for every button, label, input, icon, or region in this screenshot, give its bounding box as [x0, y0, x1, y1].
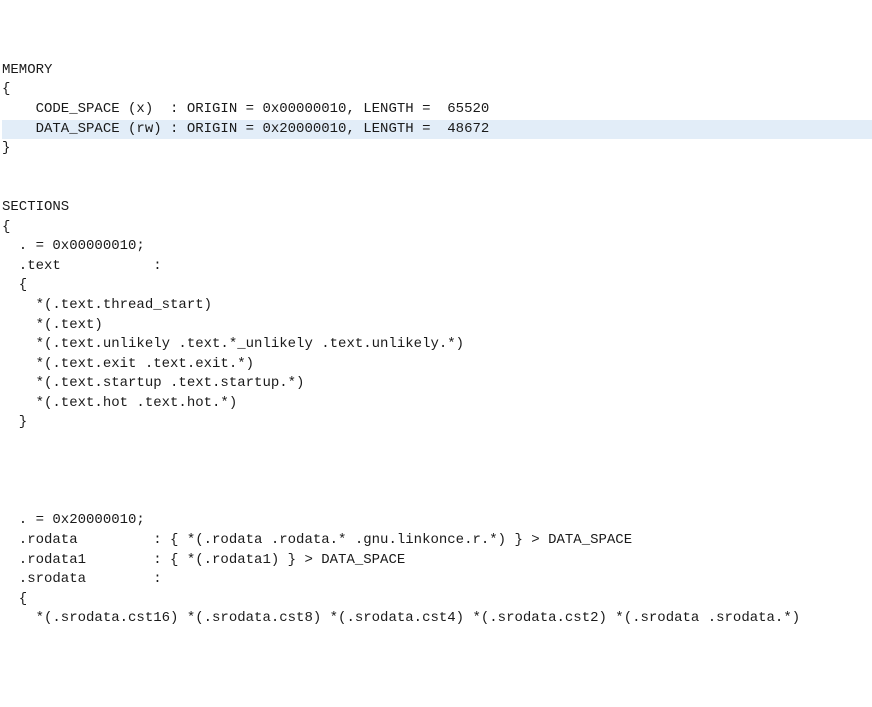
code-line: *(.text.unlikely .text.*_unlikely .text.… — [2, 335, 872, 355]
code-line: .srodata : — [2, 570, 872, 590]
code-line: } — [2, 139, 872, 159]
code-line: { — [2, 276, 872, 296]
code-block: MEMORY{ CODE_SPACE (x) : ORIGIN = 0x0000… — [2, 61, 872, 629]
code-line: .rodata : { *(.rodata .rodata.* .gnu.lin… — [2, 531, 872, 551]
code-line: SECTIONS — [2, 198, 872, 218]
code-line — [2, 178, 872, 198]
code-line — [2, 453, 872, 473]
code-line: .rodata1 : { *(.rodata1) } > DATA_SPACE — [2, 551, 872, 571]
code-line — [2, 492, 872, 512]
code-line: MEMORY — [2, 61, 872, 81]
code-line: DATA_SPACE (rw) : ORIGIN = 0x20000010, L… — [2, 120, 872, 140]
code-line: *(.text.thread_start) — [2, 296, 872, 316]
code-line: { — [2, 590, 872, 610]
code-line — [2, 433, 872, 453]
code-line: { — [2, 80, 872, 100]
code-line — [2, 472, 872, 492]
code-line: . = 0x20000010; — [2, 511, 872, 531]
code-line: { — [2, 218, 872, 238]
code-line: *(.text.exit .text.exit.*) — [2, 355, 872, 375]
code-line: *(.text) — [2, 316, 872, 336]
code-line: . = 0x00000010; — [2, 237, 872, 257]
code-line: *(.srodata.cst16) *(.srodata.cst8) *(.sr… — [2, 609, 872, 629]
code-line: *(.text.startup .text.startup.*) — [2, 374, 872, 394]
code-line: .text : — [2, 257, 872, 277]
code-line: } — [2, 413, 872, 433]
code-line — [2, 159, 872, 179]
code-line: CODE_SPACE (x) : ORIGIN = 0x00000010, LE… — [2, 100, 872, 120]
code-line: *(.text.hot .text.hot.*) — [2, 394, 872, 414]
